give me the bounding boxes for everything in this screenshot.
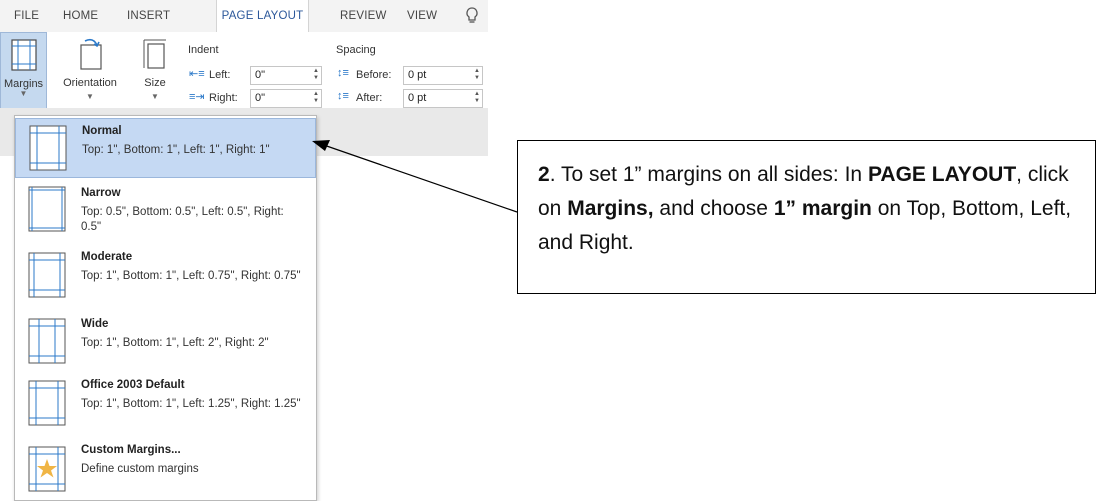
menu-item-title: Custom Margins...: [81, 444, 181, 456]
margins-dropdown-menu: Normal Top: 1", Bottom: 1", Left: 1", Ri…: [14, 115, 317, 501]
chevron-down-icon: ▼: [86, 92, 94, 101]
spacing-heading: Spacing: [336, 44, 376, 56]
indent-right-label: Right:: [209, 92, 238, 104]
menu-item-desc: Top: 1", Bottom: 1", Left: 1.25", Right:…: [81, 398, 301, 410]
spin-arrows-icon[interactable]: ▲ ▼: [313, 68, 319, 82]
page-custom-star-icon: [28, 446, 66, 492]
menu-item-desc: Top: 0.5", Bottom: 0.5", Left: 0.5", Rig…: [81, 206, 284, 233]
menu-item-narrow[interactable]: Narrow Top: 0.5", Bottom: 0.5", Left: 0.…: [15, 182, 316, 248]
spacing-after-field[interactable]: 0 pt ▲ ▼: [403, 89, 483, 108]
orientation-icon: [80, 38, 102, 70]
callout-step-number: 2: [538, 163, 550, 186]
page-office2003-icon: [28, 380, 66, 426]
chevron-down-icon: ▼: [151, 92, 159, 101]
instruction-callout: 2. To set 1” margins on all sides: In PA…: [517, 140, 1096, 294]
tab-view[interactable]: VIEW: [407, 0, 437, 32]
menu-item-office-2003-default[interactable]: Office 2003 Default Top: 1", Bottom: 1",…: [15, 374, 316, 440]
menu-item-title: Wide: [81, 318, 109, 330]
spin-arrows-icon[interactable]: ▲ ▼: [474, 68, 480, 82]
menu-item-title: Moderate: [81, 251, 133, 263]
menu-item-desc: Top: 1", Bottom: 1", Left: 0.75", Right:…: [81, 270, 301, 282]
indent-left-label: Left:: [209, 69, 231, 81]
indent-left-icon: ⇤≡: [189, 68, 205, 80]
page-moderate-icon: [28, 252, 66, 298]
orientation-label: Orientation: [63, 77, 117, 89]
tab-file[interactable]: FILE: [14, 0, 39, 32]
page-wide-icon: [28, 318, 66, 364]
page-size-icon: [143, 39, 166, 69]
indent-heading: Indent: [188, 44, 219, 56]
spacing-before-label: Before:: [356, 69, 392, 81]
margins-icon: [10, 39, 37, 71]
ribbon-tab-bar: FILE HOME INSERT PAGE LAYOUT REVIEW VIEW: [0, 0, 488, 32]
tab-review[interactable]: REVIEW: [340, 0, 387, 32]
tab-insert[interactable]: INSERT: [127, 0, 170, 32]
spin-arrows-icon[interactable]: ▲ ▼: [313, 91, 319, 105]
menu-item-custom-margins[interactable]: Custom Margins... Define custom margins: [15, 440, 316, 500]
menu-item-wide[interactable]: Wide Top: 1", Bottom: 1", Left: 2", Righ…: [15, 314, 316, 374]
spacing-after-icon: ↕≡: [337, 90, 349, 102]
spin-arrows-icon[interactable]: ▲ ▼: [474, 91, 480, 105]
menu-item-normal[interactable]: Normal Top: 1", Bottom: 1", Left: 1", Ri…: [15, 118, 316, 178]
menu-item-title: Office 2003 Default: [81, 379, 185, 391]
lightbulb-icon[interactable]: [465, 7, 479, 30]
size-label: Size: [144, 77, 166, 89]
page-narrow-icon: [28, 186, 66, 232]
spacing-after-label: After:: [356, 92, 383, 104]
menu-item-title: Narrow: [81, 187, 121, 199]
menu-item-desc: Top: 1", Bottom: 1", Left: 1", Right: 1": [82, 144, 270, 156]
page-normal-icon: [29, 125, 67, 171]
tab-page-layout[interactable]: PAGE LAYOUT: [216, 0, 309, 32]
size-button[interactable]: Size ▼: [133, 34, 177, 101]
spacing-before-icon: ↕≡: [337, 67, 349, 79]
margins-button[interactable]: Margins ▼: [0, 32, 47, 117]
indent-right-icon: ≡⇥: [189, 91, 205, 103]
menu-item-desc: Define custom margins: [81, 463, 199, 475]
menu-item-moderate[interactable]: Moderate Top: 1", Bottom: 1", Left: 0.75…: [15, 248, 316, 314]
chevron-down-icon: ▼: [19, 89, 28, 98]
spacing-before-field[interactable]: 0 pt ▲ ▼: [403, 66, 483, 85]
menu-item-title: Normal: [82, 125, 122, 137]
tab-home[interactable]: HOME: [63, 0, 98, 32]
orientation-button[interactable]: Orientation ▼: [52, 34, 128, 101]
menu-item-desc: Top: 1", Bottom: 1", Left: 2", Right: 2": [81, 337, 269, 349]
indent-left-field[interactable]: 0" ▲ ▼: [250, 66, 322, 85]
indent-right-field[interactable]: 0" ▲ ▼: [250, 89, 322, 108]
